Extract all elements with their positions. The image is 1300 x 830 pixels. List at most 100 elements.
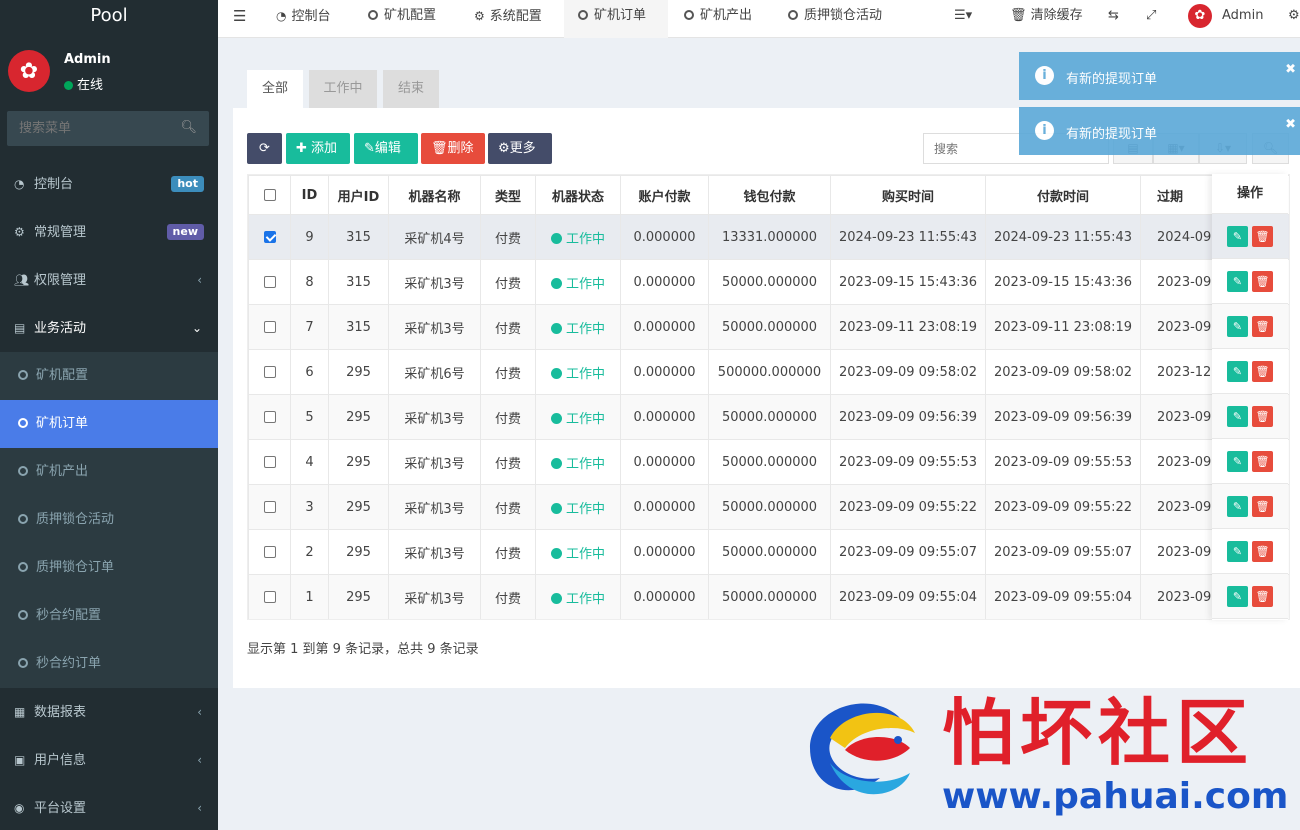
row-checkbox[interactable] (263, 231, 276, 243)
sidebar-subitem-contract-orders[interactable]: 秒合约订单 (0, 640, 218, 688)
table-row[interactable]: 1 295 采矿机3号 付费 工作中 0.000000 50000.000000 2023-0… (248, 574, 1289, 619)
row-checkbox[interactable] (263, 321, 276, 333)
sidebar-subitem-contract-config[interactable]: 秒合约配置 (0, 592, 218, 640)
sidebar-subitem-staking-activity[interactable]: 质押锁仓活动 (0, 496, 218, 544)
row-edit-button[interactable]: ✎ (1227, 360, 1248, 382)
row-edit-button[interactable]: ✎ (1227, 540, 1248, 562)
sidebar-item-dashboard[interactable]: ◔ 控制台 hot (0, 160, 218, 208)
row-delete-button[interactable]: 🗑︎ (1252, 405, 1273, 427)
edit-button[interactable]: ✎编辑 (354, 133, 418, 164)
tab-system-config[interactable]: ⚙ 系统配置 (474, 0, 564, 38)
table-row[interactable]: 5 295 采矿机3号 付费 工作中 0.000000 50000.000000 2023-0… (248, 394, 1289, 440)
tabs-dropdown-icon[interactable]: ☰▾ (954, 0, 972, 38)
row-select-cell (248, 484, 291, 530)
column-header[interactable]: 钱包付款 (708, 175, 831, 215)
admin-menu[interactable]: ✿ Admin (1188, 0, 1263, 38)
sidebar-item-platform-settings[interactable]: ◉ 平台设置 ‹ (0, 784, 218, 830)
row-checkbox[interactable] (263, 411, 276, 423)
column-header[interactable]: 用户ID (328, 175, 389, 215)
row-delete-button[interactable]: 🗑︎ (1252, 225, 1273, 247)
notification-toast[interactable]: i 有新的提现订单 ✖ (1019, 52, 1300, 100)
sidebar-item-reports[interactable]: ▦ 数据报表 ‹ (0, 688, 218, 736)
row-delete-button[interactable]: 🗑︎ (1252, 585, 1273, 607)
chevron-left-icon: ‹ (197, 705, 202, 719)
table-row[interactable]: 9 315 采矿机4号 付费 工作中 0.000000 13331.000000 2024-0… (248, 214, 1289, 260)
close-icon[interactable]: ✖ (1285, 117, 1296, 132)
column-header[interactable]: 账户付款 (620, 175, 709, 215)
row-edit-button[interactable]: ✎ (1227, 225, 1248, 247)
notification-toast[interactable]: i 有新的提现订单 ✖ (1019, 107, 1300, 155)
sidebar-item-permissions[interactable]: 👥︎ 权限管理 ‹ (0, 256, 218, 304)
column-header[interactable]: 机器名称 (388, 175, 481, 215)
row-checkbox[interactable] (263, 276, 276, 288)
sidebar-item-business[interactable]: ▤ 业务活动 ⌄ (0, 304, 218, 352)
table-row[interactable]: 7 315 采矿机3号 付费 工作中 0.000000 50000.000000 2023-0… (248, 304, 1289, 350)
row-checkbox[interactable] (263, 456, 276, 468)
table-row[interactable]: 3 295 采矿机3号 付费 工作中 0.000000 50000.000000 2023-0… (248, 484, 1289, 530)
cell-machine-name: 采矿机3号 (388, 439, 481, 485)
table-header-row: ID 用户ID 机器名称 类型 机器状态 账户付款 钱包付款 购买时间 付款时间… (248, 175, 1289, 215)
app-logo[interactable]: Pool (0, 0, 218, 32)
column-header[interactable]: ID (290, 175, 329, 215)
row-edit-button[interactable]: ✎ (1227, 495, 1248, 517)
tab-miner-orders[interactable]: 矿机订单 (564, 0, 668, 38)
sidebar-item-user-info[interactable]: ▣ 用户信息 ‹ (0, 736, 218, 784)
row-delete-button[interactable]: 🗑︎ (1252, 450, 1273, 472)
tab-staking-activity[interactable]: 质押锁仓活动 (788, 0, 908, 38)
sidebar-search-input[interactable] (7, 111, 177, 146)
row-edit-button[interactable]: ✎ (1227, 405, 1248, 427)
cell-user-id: 315 (328, 304, 389, 350)
tab-dashboard[interactable]: ◔ 控制台 (276, 0, 356, 38)
cell-status: 工作中 (535, 349, 621, 395)
clear-cache-button[interactable]: 🗑︎ 清除缓存 (1010, 0, 1083, 38)
table-row[interactable]: 6 295 采矿机6号 付费 工作中 0.000000 500000.000000 2023-… (248, 349, 1289, 395)
sidebar-subitem-staking-orders[interactable]: 质押锁仓订单 (0, 544, 218, 592)
row-delete-button[interactable]: 🗑︎ (1252, 270, 1273, 292)
row-edit-button[interactable]: ✎ (1227, 585, 1248, 607)
search-icon[interactable]: 🔍︎ (180, 120, 197, 135)
row-edit-button[interactable]: ✎ (1227, 270, 1248, 292)
sidebar-subitem-miner-config[interactable]: 矿机配置 (0, 352, 218, 400)
refresh-button[interactable]: ⟳ (247, 133, 282, 164)
settings-gear-icon[interactable]: ⚙ (1288, 0, 1300, 38)
row-delete-button[interactable]: 🗑︎ (1252, 360, 1273, 382)
column-header[interactable]: 付款时间 (985, 175, 1141, 215)
cell-purchase-time: 2023-09-09 09:56:39 (830, 394, 986, 440)
menu-toggle-icon[interactable]: ☰ (233, 0, 246, 38)
row-checkbox[interactable] (263, 591, 276, 603)
watermark: 怕坏社区 www.pahuai.com (790, 688, 1290, 828)
row-delete-button[interactable]: 🗑︎ (1252, 315, 1273, 337)
sidebar-subitem-miner-output[interactable]: 矿机产出 (0, 448, 218, 496)
tab-miner-config[interactable]: 矿机配置 (368, 0, 454, 38)
more-button[interactable]: ⚙更多 (488, 133, 552, 164)
table-row[interactable]: 8 315 采矿机3号 付费 工作中 0.000000 50000.000000 2023-0… (248, 259, 1289, 305)
sidebar-subitem-miner-orders[interactable]: 矿机订单 (0, 400, 218, 448)
status-text: 工作中 (565, 501, 605, 517)
table-row[interactable]: 4 295 采矿机3号 付费 工作中 0.000000 50000.000000 2023-0… (248, 439, 1289, 485)
row-checkbox[interactable] (263, 546, 276, 558)
row-checkbox[interactable] (263, 501, 276, 513)
business-submenu: 矿机配置 矿机订单 矿机产出 质押锁仓活动 质押锁仓订单 秒合约配置 秒合约订单 (0, 352, 218, 688)
subtab-working[interactable]: 工作中 (309, 70, 377, 108)
select-all-checkbox[interactable] (263, 189, 276, 201)
table-row[interactable]: 2 295 采矿机3号 付费 工作中 0.000000 50000.000000 2023-0… (248, 529, 1289, 575)
cell-user-id: 295 (328, 439, 389, 485)
subtab-all[interactable]: 全部 (247, 70, 303, 108)
row-delete-button[interactable]: 🗑︎ (1252, 495, 1273, 517)
translate-icon[interactable]: ⇆ (1108, 0, 1119, 38)
close-icon[interactable]: ✖ (1285, 62, 1296, 77)
column-header[interactable]: 购买时间 (830, 175, 986, 215)
row-edit-button[interactable]: ✎ (1227, 315, 1248, 337)
subtab-finished[interactable]: 结束 (383, 70, 439, 108)
sidebar-item-general[interactable]: ⚙ 常规管理 new (0, 208, 218, 256)
add-button[interactable]: ✚ 添加 (286, 133, 350, 164)
delete-button[interactable]: 🗑︎删除 (421, 133, 485, 164)
fullscreen-icon[interactable]: ⤢ (1146, 0, 1156, 38)
column-header[interactable]: 类型 (480, 175, 536, 215)
sidebar-item-label: 平台设置 (34, 801, 87, 816)
tab-miner-output[interactable]: 矿机产出 (684, 0, 776, 38)
row-delete-button[interactable]: 🗑︎ (1252, 540, 1273, 562)
column-header[interactable]: 机器状态 (535, 175, 621, 215)
row-checkbox[interactable] (263, 366, 276, 378)
row-edit-button[interactable]: ✎ (1227, 450, 1248, 472)
